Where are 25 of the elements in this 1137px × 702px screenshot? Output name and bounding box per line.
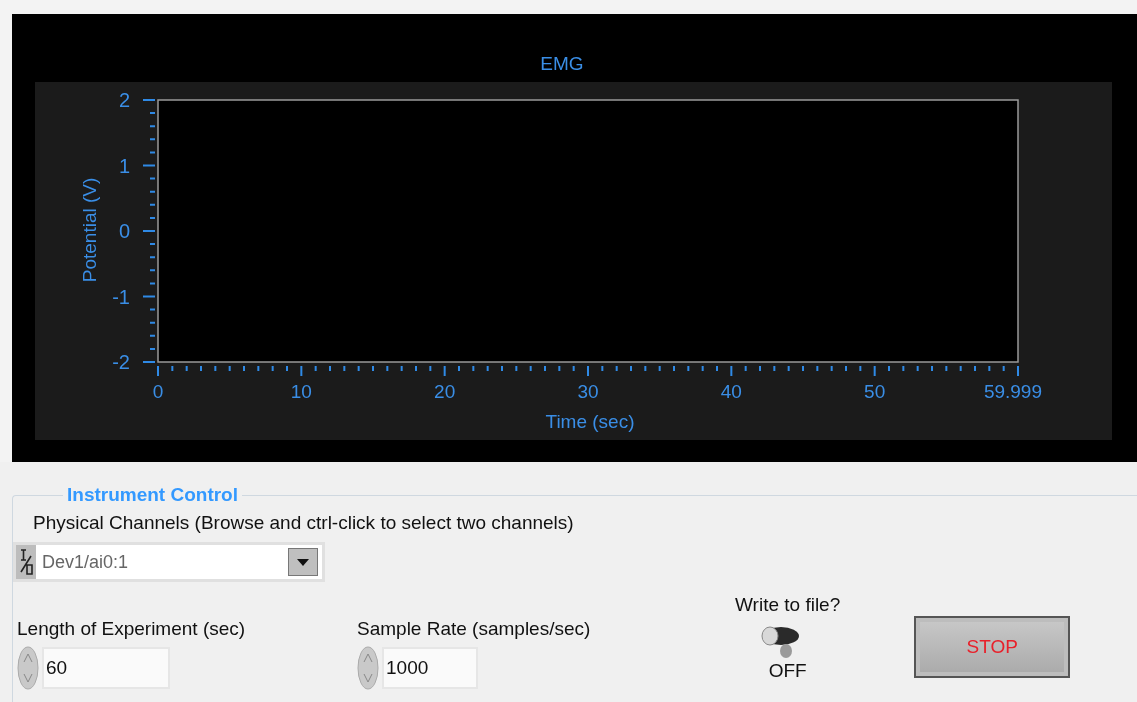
channel-dropdown[interactable]: Dev1/ai0:1	[13, 542, 325, 582]
axis-tick-label: 0	[118, 220, 130, 242]
chart-title: EMG	[540, 53, 584, 74]
axis-tick-label: 1	[118, 154, 130, 177]
io-icon	[16, 545, 36, 579]
number-field[interactable]: 60	[42, 647, 170, 689]
number-field[interactable]: 1000	[382, 647, 478, 689]
axis-tick-label: -2	[112, 351, 130, 373]
y-axis-title: Potential (V)	[79, 177, 100, 283]
axis-tick-label: 2	[118, 89, 130, 111]
axis-tick-label: 10	[290, 381, 312, 402]
axis-tick-label: 0	[152, 381, 164, 402]
axis-tick-label: 50	[864, 381, 886, 402]
field-label: Physical Channels (Browse and ctrl-click to select two channels)	[33, 512, 575, 534]
axis-tick-label: 59.999	[983, 381, 1042, 402]
axis-tick-label: -1	[112, 285, 130, 308]
axis-tick-label: 20	[434, 381, 456, 402]
field-label: Sample Rate (samples/sec)	[357, 618, 592, 640]
group-title: Instrument Control	[66, 484, 239, 506]
toggle-state-text: OFF	[768, 660, 807, 682]
axis-tick-label: 30	[577, 381, 599, 402]
field-label: Length of Experiment (sec)	[17, 618, 247, 640]
x-axis-title: Time (sec)	[545, 411, 635, 432]
axis-tick-label: 40	[720, 381, 742, 402]
toggle-label: Write to file?	[735, 594, 841, 616]
